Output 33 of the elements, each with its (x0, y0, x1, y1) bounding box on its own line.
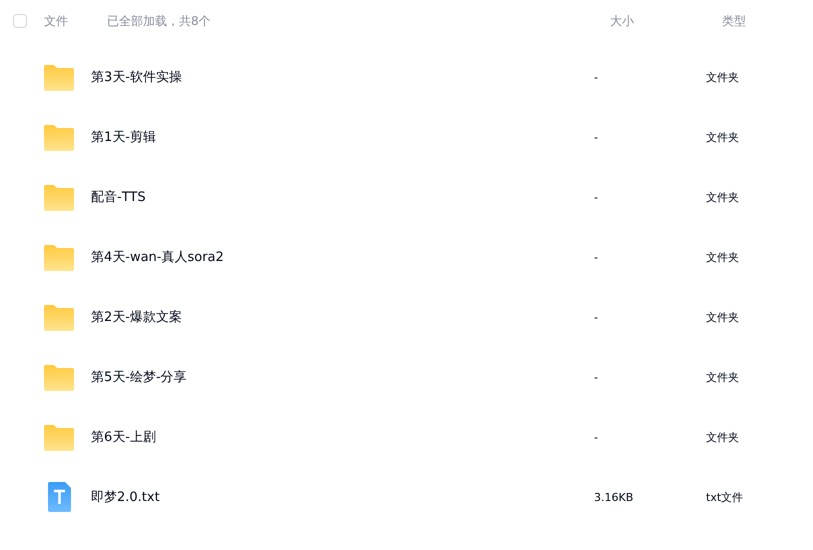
file-size: 3.16KB (594, 490, 634, 504)
folder-icon (44, 422, 74, 452)
folder-icon (44, 302, 74, 332)
file-name[interactable]: 即梦2.0.txt (91, 488, 594, 506)
file-type: txt文件 (706, 490, 744, 504)
file-type: 文件夹 (706, 310, 739, 324)
file-size: - (594, 370, 599, 384)
file-name[interactable]: 第5天-绘梦-分享 (91, 368, 594, 386)
folder-icon (44, 62, 74, 92)
file-size: - (594, 250, 599, 264)
file-size: - (594, 70, 599, 84)
file-size: - (594, 430, 599, 444)
file-name[interactable]: 第6天-上剧 (91, 428, 594, 446)
select-all-checkbox[interactable] (13, 14, 27, 28)
file-name[interactable]: 配音-TTS (91, 188, 594, 206)
folder-icon (44, 122, 74, 152)
file-type: 文件夹 (706, 370, 739, 384)
file-type: 文件夹 (706, 130, 739, 144)
folder-icon (44, 182, 74, 212)
folder-icon (44, 242, 74, 272)
file-type: 文件夹 (706, 430, 739, 444)
load-status: 已全部加载，共8个 (107, 12, 212, 30)
file-name[interactable]: 第2天-爆款文案 (91, 308, 594, 326)
file-name[interactable]: 第4天-wan-真人sora2 (91, 248, 594, 266)
folder-icon (44, 362, 74, 392)
file-type: 文件夹 (706, 250, 739, 264)
file-size: - (594, 190, 599, 204)
file-type: 文件夹 (706, 70, 739, 84)
file-size: - (594, 310, 599, 324)
file-name[interactable]: 第1天-剪辑 (91, 128, 594, 146)
file-type: 文件夹 (706, 190, 739, 204)
file-name[interactable]: 第3天-软件实操 (91, 68, 594, 86)
file-size: - (594, 130, 599, 144)
